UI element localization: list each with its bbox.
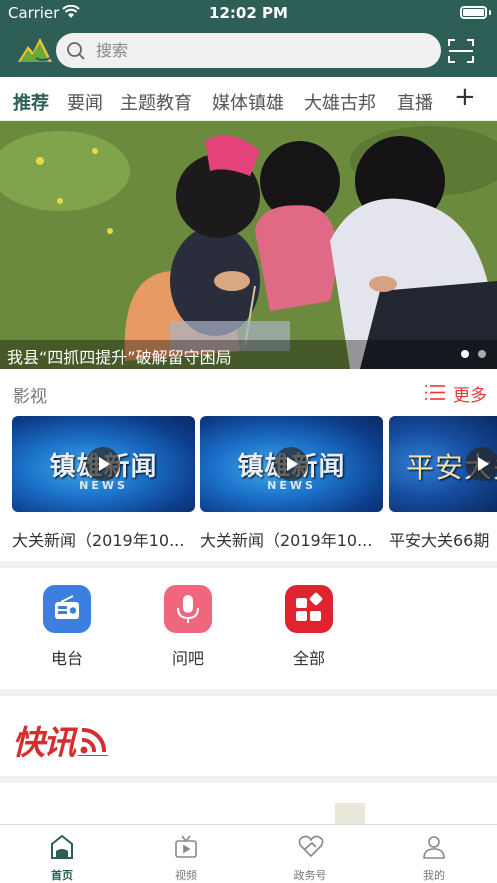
tabbar-gov-label: 政务号	[293, 869, 327, 882]
video-card[interactable]: 镇雄新闻 NEWS	[200, 416, 383, 512]
video-card[interactable]: 镇雄新闻 NEWS	[12, 416, 195, 512]
banner-caption-bar: 我县“四抓四提升”破解留守困局	[0, 340, 497, 369]
status-bar: Carrier 12:02 PM	[0, 0, 497, 26]
video-card[interactable]: 平安大关	[389, 416, 497, 512]
all-label: 全部	[292, 649, 325, 668]
play-icon[interactable]	[274, 447, 308, 481]
home-icon	[50, 834, 74, 864]
add-tab-button[interactable]: +	[454, 83, 476, 111]
tabbar-me-label: 我的	[423, 869, 445, 882]
app-screen: Carrier 12:02 PM 搜索 推荐 要闻 主题教育 媒体镇雄 大雄古邦…	[0, 0, 497, 883]
tv-icon	[174, 834, 198, 864]
video-label[interactable]: 大关新闻（2019年10...	[200, 527, 383, 551]
apps-grid-icon	[285, 585, 333, 633]
heart-hands-icon	[298, 834, 324, 864]
video-section-title: 影视	[13, 387, 47, 407]
video-label[interactable]: 大关新闻（2019年10...	[12, 527, 195, 551]
radio-icon	[43, 585, 91, 633]
section-divider	[0, 689, 497, 696]
tabbar-home-label: 首页	[51, 869, 73, 882]
tabbar-me[interactable]: 我的	[372, 825, 496, 883]
broadcast-icon	[76, 720, 108, 760]
radio-label: 电台	[50, 649, 83, 668]
mountain-logo-icon[interactable]	[16, 32, 54, 70]
tabbar-video[interactable]: 视频	[124, 825, 248, 883]
tab-theme-education[interactable]: 主题教育	[120, 89, 192, 115]
tab-headlines[interactable]: 要闻	[67, 89, 103, 115]
header-bar: Carrier 12:02 PM	[0, 0, 497, 77]
search-icon	[66, 41, 86, 65]
feed-thumbnail[interactable]	[335, 803, 365, 825]
tab-media-zhenxiong[interactable]: 媒体镇雄	[212, 89, 284, 115]
ask-label: 问吧	[171, 649, 204, 668]
person-icon	[422, 834, 446, 864]
section-divider	[0, 776, 497, 783]
kuaixun-title: 快讯	[12, 723, 76, 762]
play-icon[interactable]	[86, 447, 120, 481]
banner-photo	[0, 121, 497, 369]
more-label: 更多	[453, 386, 487, 406]
scan-icon[interactable]	[447, 38, 475, 68]
radio-entry[interactable]: 电台	[32, 585, 102, 668]
video-label[interactable]: 平安大关66期	[389, 527, 497, 551]
tabbar-video-label: 视频	[175, 869, 197, 882]
section-divider	[0, 561, 497, 568]
search-input[interactable]	[96, 33, 426, 68]
tab-live[interactable]: 直播	[397, 89, 433, 115]
list-icon	[425, 384, 445, 406]
banner-caption: 我县“四抓四提升”破解留守困局	[7, 348, 232, 367]
tab-daxiong-gubang[interactable]: 大雄古邦	[304, 89, 376, 115]
battery-icon	[460, 6, 487, 19]
banner-carousel[interactable]	[0, 121, 497, 369]
microphone-icon	[164, 585, 212, 633]
tab-recommend[interactable]: 推荐	[13, 89, 49, 115]
carousel-dot-active[interactable]	[461, 350, 469, 358]
clock: 12:02 PM	[209, 4, 288, 22]
carousel-dot[interactable]	[478, 350, 486, 358]
tabbar-gov[interactable]: 政务号	[248, 825, 372, 883]
category-tabs: 推荐 要闻 主题教育 媒体镇雄 大雄古邦 直播 +	[0, 77, 497, 121]
tabbar-home[interactable]: 首页	[0, 825, 124, 883]
search-bar[interactable]	[56, 33, 441, 68]
play-icon[interactable]	[465, 447, 497, 481]
bottom-tab-bar: 首页 视频 政务号 我的	[0, 824, 497, 883]
all-entry[interactable]: 全部	[274, 585, 344, 668]
ask-entry[interactable]: 问吧	[153, 585, 223, 668]
